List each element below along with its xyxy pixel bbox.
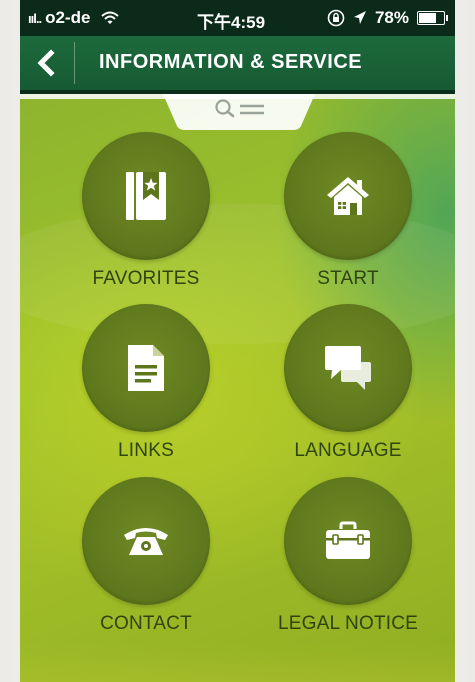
wifi-icon (101, 11, 120, 24)
language-label: LANGUAGE (294, 440, 402, 461)
legal-notice-circle (284, 477, 412, 605)
bookmark-book-icon (126, 172, 166, 220)
favorites-tile[interactable]: FAVORITES (71, 132, 221, 290)
contact-circle (82, 477, 210, 605)
start-circle (284, 132, 412, 260)
status-bar: ııl.. o2-de 下午4:59 78% (20, 0, 455, 36)
language-circle (284, 304, 412, 432)
links-circle (82, 304, 210, 432)
telephone-icon (124, 528, 168, 555)
start-label: START (317, 268, 379, 289)
chevron-left-icon[interactable] (32, 46, 60, 80)
favorites-label: FAVORITES (92, 268, 200, 289)
toolbox-icon (326, 521, 370, 559)
search-tab[interactable] (163, 94, 315, 130)
signal-strength: ııl.. (28, 10, 42, 26)
nav-divider (74, 42, 75, 84)
legal-notice-label: LEGAL NOTICE (277, 613, 418, 634)
contact-label: CONTACT (100, 613, 192, 634)
navigation-bar: INFORMATION & SERVICE (20, 36, 455, 94)
menu-grid: FAVORITES START LINKS LANGUAGE CONTACT L… (20, 94, 455, 682)
battery-percent: 78% (374, 8, 409, 27)
carrier-name: o2-de (45, 8, 91, 27)
location-arrow-icon (353, 11, 366, 24)
phone-screen: ııl.. o2-de 下午4:59 78% INFORMATION & SER… (20, 0, 455, 682)
start-tile[interactable]: START (273, 132, 423, 290)
contact-tile[interactable]: CONTACT (71, 477, 221, 635)
document-icon (128, 345, 164, 391)
page-title: INFORMATION & SERVICE (99, 51, 363, 73)
links-label: LINKS (118, 440, 174, 461)
orientation-lock-icon (327, 9, 345, 27)
clock: 下午4:59 (197, 13, 266, 32)
legal-notice-tile[interactable]: LEGAL NOTICE (273, 477, 423, 635)
favorites-circle (82, 132, 210, 260)
home-icon (327, 177, 369, 215)
language-tile[interactable]: LANGUAGE (273, 304, 423, 462)
speech-bubbles-icon (325, 346, 371, 390)
battery-icon (417, 11, 448, 25)
links-tile[interactable]: LINKS (71, 304, 221, 462)
